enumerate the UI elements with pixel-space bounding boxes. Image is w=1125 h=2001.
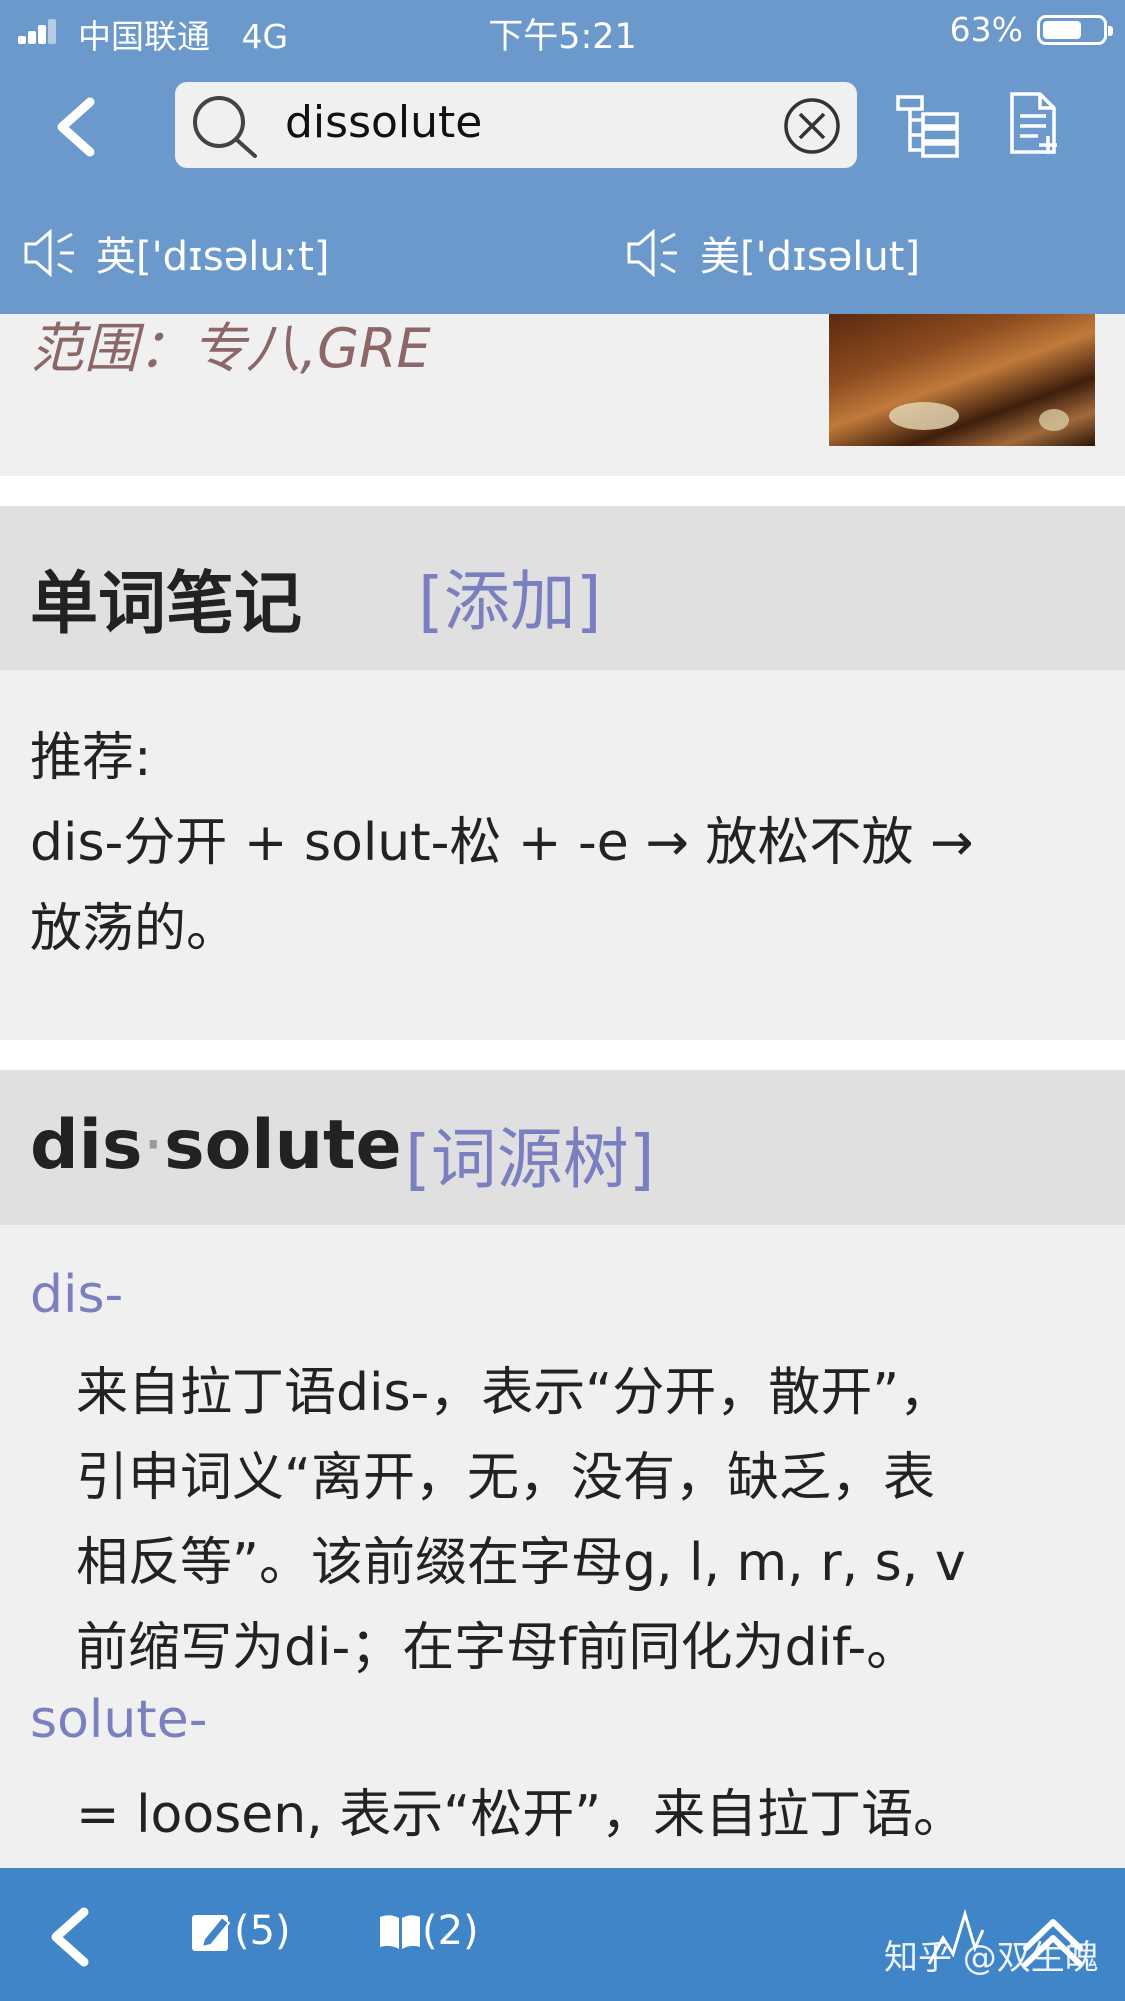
divider <box>0 476 1125 506</box>
add-note-link[interactable]: [添加] <box>418 548 602 644</box>
back-button[interactable] <box>40 92 110 162</box>
speaker-us-icon[interactable] <box>625 228 681 278</box>
search-input[interactable]: dissolute <box>285 97 482 148</box>
battery-icon <box>1037 15 1113 45</box>
pronunciation-uk[interactable]: 英['dɪsəluːt] <box>96 224 330 282</box>
etymology-line: 来自拉丁语dis-，表示“分开，散开”， <box>76 1363 952 1423</box>
syllable-separator: · <box>142 1106 165 1185</box>
recommend-text-line1: dis-分开 + solut-松 + -e → 放松不放 → <box>30 813 974 873</box>
edit-note-icon <box>192 1915 231 1951</box>
notes-count-button[interactable]: (5) <box>190 1906 291 1962</box>
divider <box>0 1040 1125 1070</box>
notes-section-header: 单词笔记 [添加] <box>0 506 1125 670</box>
etymology-line: 引申词义“离开，无，没有，缺乏，表 <box>76 1448 935 1508</box>
etymology-line: = loosen, 表示“松开”，来自拉丁语。 <box>76 1785 966 1845</box>
wordbook-count-button[interactable]: (2) <box>378 1906 479 1962</box>
add-note-document-icon[interactable] <box>1008 90 1064 158</box>
etymology-prefix: dis- <box>30 1265 124 1325</box>
scope-label: 范围：专八,GRE <box>30 317 431 380</box>
pronunciation-us[interactable]: 美['dɪsəlut] <box>700 224 920 282</box>
notes-title: 单词笔记 <box>30 565 303 644</box>
top-header: 中国联通 4G 下午5:21 63% dissolute 英['dɪsəluːt… <box>0 0 1125 314</box>
footer-back-icon[interactable] <box>40 1904 100 1970</box>
etymology-line: 相反等”。该前缀在字母g, l, m, r, s, v <box>76 1533 966 1593</box>
recommend-label: 推荐: <box>30 728 152 788</box>
battery-percent: 63% <box>949 10 1023 49</box>
clear-search-icon[interactable] <box>783 97 841 155</box>
bottom-toolbar: (5) (2) 知乎 @双生魄 <box>0 1868 1125 2001</box>
search-icon <box>193 96 257 158</box>
status-bar: 中国联通 4G 下午5:21 63% <box>0 0 1125 62</box>
search-bar[interactable]: dissolute <box>175 82 857 168</box>
speaker-uk-icon[interactable] <box>22 228 78 278</box>
etymology-section-header: dis·solute [词源树] <box>0 1070 1125 1225</box>
tree-structure-icon[interactable] <box>895 92 961 158</box>
watermark: 知乎 @双生魄 <box>884 1938 1099 1978</box>
book-icon <box>380 1915 420 1949</box>
recommend-text-line2: 放荡的。 <box>30 899 239 959</box>
etymology-tree-link[interactable]: [词源树] <box>405 1106 655 1202</box>
word-image[interactable] <box>829 314 1095 446</box>
chevron-left-icon <box>57 97 95 157</box>
etymology-line: 前缩写为di-；在字母f前同化为dif-。 <box>76 1618 919 1678</box>
syllabified-word: dis·solute <box>30 1106 402 1185</box>
etymology-root: solute- <box>30 1690 208 1750</box>
